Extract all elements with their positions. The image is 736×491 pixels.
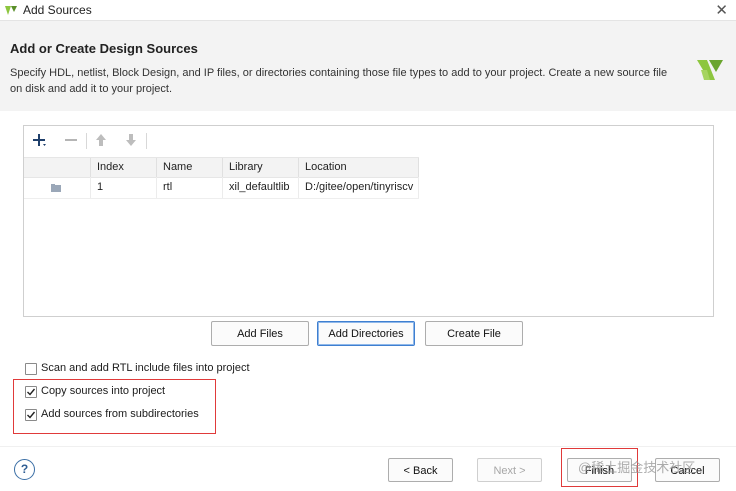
add-icon[interactable] [30, 132, 48, 150]
column-header-icon [24, 158, 91, 177]
row-name: rtl [157, 177, 223, 198]
back-button[interactable]: < Back [388, 458, 453, 482]
column-header-location[interactable]: Location [299, 158, 419, 177]
copy-sources-label: Copy sources into project [41, 385, 166, 397]
cancel-button[interactable]: Cancel [655, 458, 720, 482]
window-title: Add Sources [23, 3, 92, 17]
create-file-button[interactable]: Create File [425, 321, 523, 346]
row-index: 1 [91, 177, 157, 198]
toolbar-divider [86, 133, 87, 149]
vivado-app-icon [5, 6, 17, 15]
checkbox-checked-icon[interactable] [25, 386, 37, 398]
row-library[interactable]: xil_defaultlib [223, 177, 299, 198]
close-icon[interactable]: ✕ [715, 1, 728, 19]
remove-icon[interactable] [62, 132, 80, 150]
column-header-library[interactable]: Library [223, 158, 299, 177]
add-subdirectories-label: Add sources from subdirectories [41, 408, 199, 420]
column-header-index[interactable]: Index [91, 158, 157, 177]
checkbox-checked-icon[interactable] [25, 409, 37, 421]
wizard-header: Add or Create Design Sources Specify HDL… [0, 21, 736, 111]
sources-panel: Index Name Library Location 1 rtl xil_de… [23, 125, 714, 317]
table-row[interactable]: 1 rtl xil_defaultlib D:/gitee/open/tinyr… [24, 177, 419, 199]
vivado-logo-icon [697, 60, 723, 80]
checkbox-unchecked-icon[interactable] [25, 363, 37, 375]
help-icon[interactable]: ? [14, 459, 35, 480]
next-button[interactable]: Next > [477, 458, 542, 482]
row-type-cell [24, 177, 91, 198]
table-header: Index Name Library Location [24, 157, 419, 178]
page-title: Add or Create Design Sources [10, 41, 198, 56]
title-bar: Add Sources ✕ [0, 0, 736, 21]
toolbar-divider [146, 133, 147, 149]
row-location: D:/gitee/open/tinyriscv [299, 177, 419, 198]
folder-icon [51, 184, 61, 192]
highlight-box [561, 448, 638, 487]
add-files-button[interactable]: Add Files [211, 321, 309, 346]
column-header-name[interactable]: Name [157, 158, 223, 177]
move-down-icon[interactable] [122, 132, 140, 150]
add-directories-button[interactable]: Add Directories [317, 321, 415, 346]
scan-rtl-label: Scan and add RTL include files into proj… [41, 362, 250, 374]
move-up-icon[interactable] [92, 132, 110, 150]
page-description: Specify HDL, netlist, Block Design, and … [10, 67, 668, 95]
footer-divider [0, 446, 736, 447]
